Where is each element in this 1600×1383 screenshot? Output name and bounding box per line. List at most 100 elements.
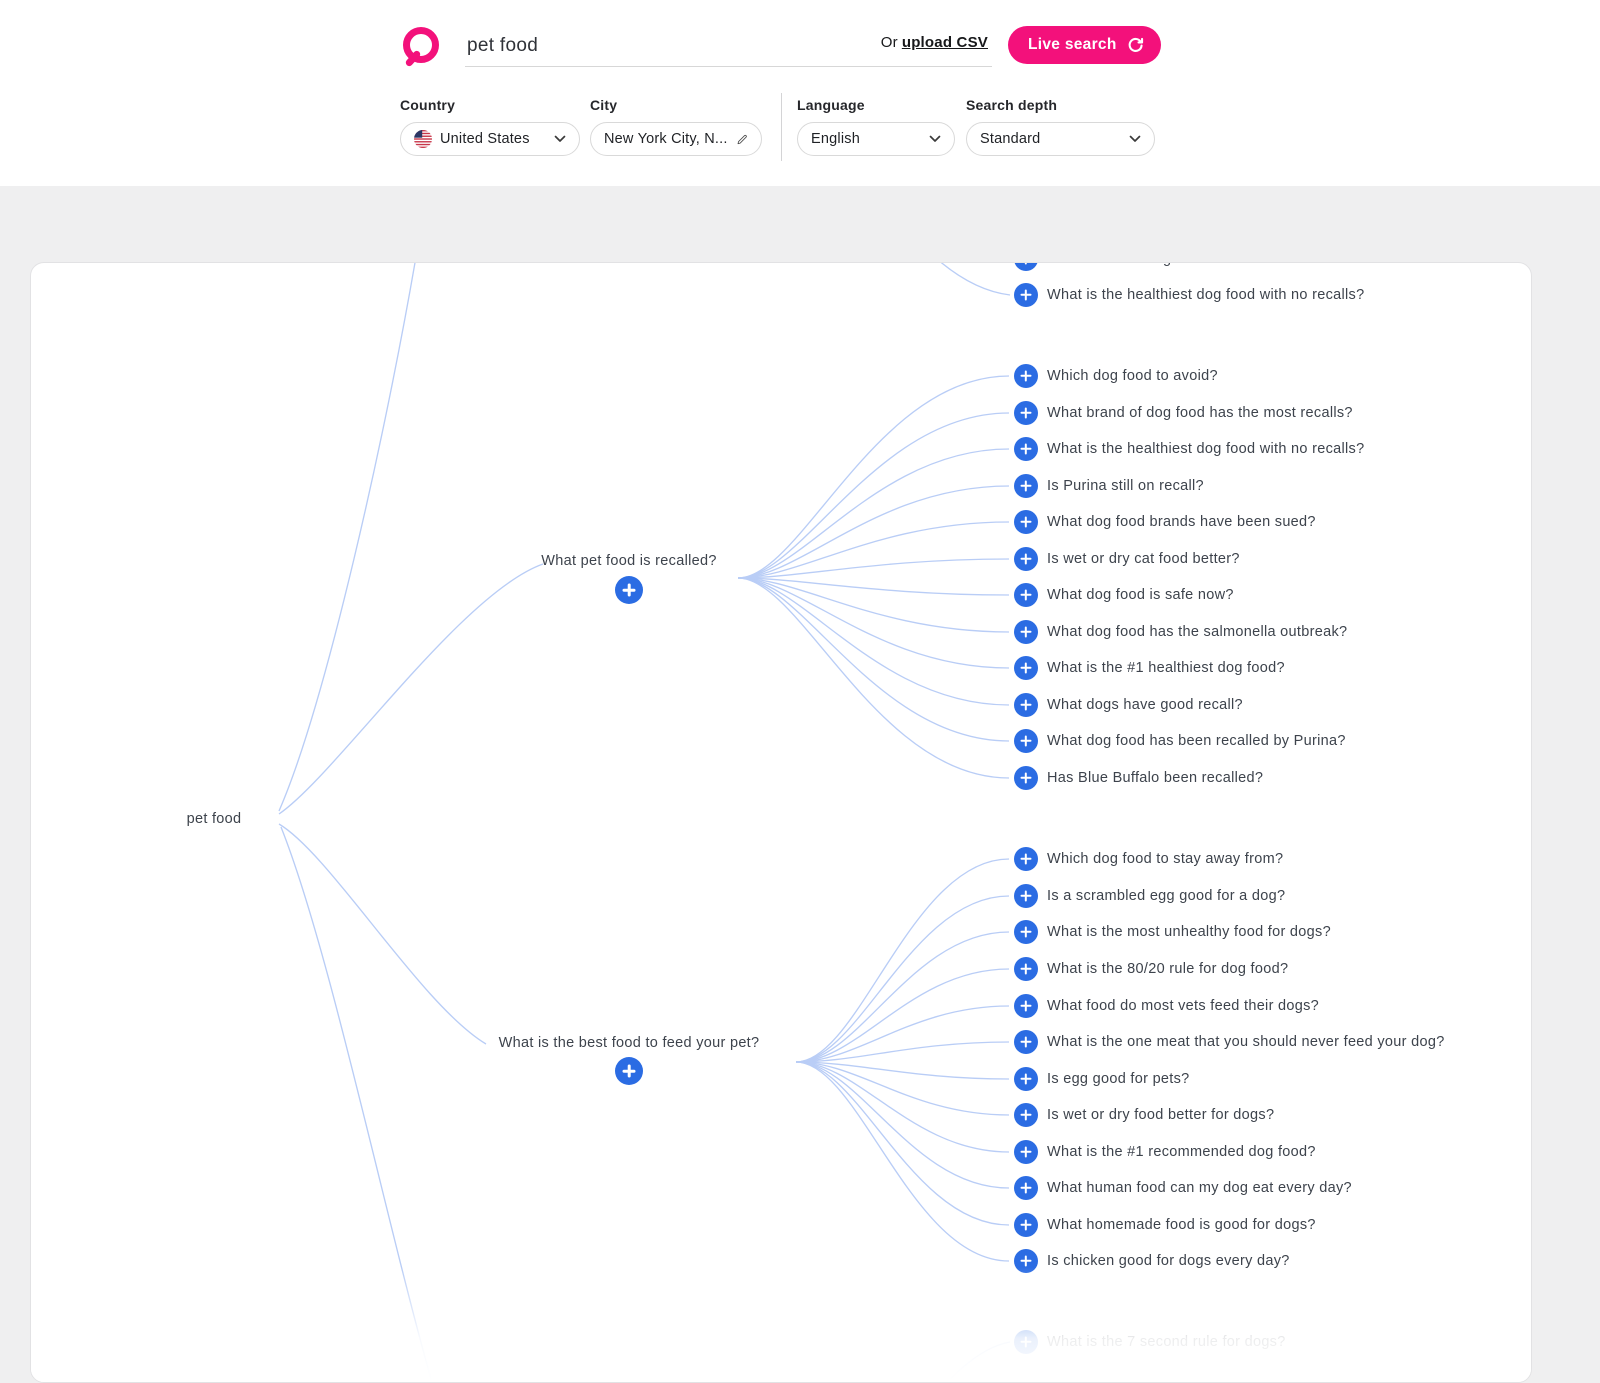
add-question-button[interactable] — [1014, 847, 1038, 871]
question-row: What is the healthiest dog food with no … — [1014, 437, 1364, 461]
question-label: What dog food has been recalled by Purin… — [1047, 733, 1346, 749]
question-row: What is the 80/20 rule for dog food? — [1014, 957, 1288, 981]
question-label: Is wet or dry food better for dogs? — [1047, 1107, 1274, 1123]
question-label: Is egg good for pets? — [1047, 1071, 1190, 1087]
filters-divider — [781, 93, 782, 161]
question-label: What is the healthiest dog food with no … — [1047, 287, 1364, 303]
add-question-button[interactable] — [1014, 262, 1038, 271]
add-question-button[interactable] — [1014, 401, 1038, 425]
refresh-icon — [1126, 36, 1145, 55]
add-question-button[interactable] — [1014, 957, 1038, 981]
add-question-button[interactable] — [1014, 510, 1038, 534]
add-question-button[interactable] — [1014, 437, 1038, 461]
question-label: What homemade food is good for dogs? — [1047, 1217, 1316, 1233]
question-row: What human food can my dog eat every day… — [1014, 1176, 1352, 1200]
add-question-button[interactable] — [1014, 656, 1038, 680]
search-depth-value: Standard — [980, 131, 1121, 147]
country-value: United States — [440, 131, 546, 147]
question-label: Has Blue Buffalo been recalled? — [1047, 770, 1263, 786]
question-row: What brand of dog food has the most reca… — [1014, 262, 1353, 271]
question-row: What is the 7 second rule for dogs? — [1014, 1330, 1286, 1354]
canvas-bottom-fade — [31, 1267, 1531, 1382]
chevron-down-icon — [1129, 135, 1141, 143]
search-depth-label: Search depth — [966, 97, 1057, 113]
country-label: Country — [400, 97, 455, 113]
question-row: Is chicken good for dogs every day? — [1014, 1249, 1290, 1273]
add-question-button[interactable] — [1014, 583, 1038, 607]
question-label: Is a scrambled egg good for a dog? — [1047, 888, 1285, 904]
magnifier-logo-icon — [403, 27, 443, 69]
question-row: What dog food brands have been sued? — [1014, 510, 1316, 534]
question-label: What is the #1 recommended dog food? — [1047, 1144, 1316, 1160]
city-value: New York City, N... — [604, 131, 728, 147]
question-label: What is the 7 second rule for dogs? — [1047, 1334, 1286, 1350]
add-question-button[interactable] — [1014, 620, 1038, 644]
upload-csv-link[interactable]: upload CSV — [902, 34, 988, 51]
question-label: What dogs have good recall? — [1047, 697, 1243, 713]
search-depth-select[interactable]: Standard — [966, 122, 1155, 156]
add-question-button[interactable] — [1014, 283, 1038, 307]
add-question-button[interactable] — [1014, 729, 1038, 753]
question-label: What dog food has the salmonella outbrea… — [1047, 624, 1347, 640]
add-question-button[interactable] — [1014, 364, 1038, 388]
add-question-button[interactable] — [1014, 1213, 1038, 1237]
branch-question-label: What is the best food to feed your pet? — [499, 1035, 760, 1051]
add-question-button[interactable] — [1014, 884, 1038, 908]
upload-csv-row: Orupload CSV — [881, 34, 988, 51]
language-label: Language — [797, 97, 865, 113]
add-question-button[interactable] — [1014, 1067, 1038, 1091]
live-search-label: Live search — [1028, 36, 1117, 54]
question-row: What is the most unhealthy food for dogs… — [1014, 920, 1331, 944]
question-row: Has Blue Buffalo been recalled? — [1014, 766, 1263, 790]
question-label: Is chicken good for dogs every day? — [1047, 1253, 1290, 1269]
question-label: Is Purina still on recall? — [1047, 478, 1204, 494]
city-label: City — [590, 97, 617, 113]
question-row: What brand of dog food has the most reca… — [1014, 401, 1353, 425]
mindmap-canvas[interactable]: pet food What pet food is recalled? What… — [30, 262, 1532, 1383]
question-label: What is the one meat that you should nev… — [1047, 1034, 1445, 1050]
chevron-down-icon — [554, 135, 566, 143]
add-question-button[interactable] — [1014, 1249, 1038, 1273]
expand-branch-button[interactable] — [615, 576, 643, 604]
add-question-button[interactable] — [1014, 1140, 1038, 1164]
question-label: What dog food is safe now? — [1047, 587, 1234, 603]
add-question-button[interactable] — [1014, 1030, 1038, 1054]
expand-branch-button[interactable] — [615, 1057, 643, 1085]
question-row: Which dog food to avoid? — [1014, 364, 1218, 388]
workspace: Zoom 75% Download — [0, 186, 1600, 1383]
question-label: What food do most vets feed their dogs? — [1047, 998, 1319, 1014]
add-question-button[interactable] — [1014, 474, 1038, 498]
question-label: Which dog food to stay away from? — [1047, 851, 1283, 867]
question-label: What is the healthiest dog food with no … — [1047, 441, 1364, 457]
question-label: What is the #1 healthiest dog food? — [1047, 660, 1285, 676]
add-question-button[interactable] — [1014, 920, 1038, 944]
question-label: Which dog food to avoid? — [1047, 368, 1218, 384]
question-row: What dog food has been recalled by Purin… — [1014, 729, 1346, 753]
add-question-button[interactable] — [1014, 1176, 1038, 1200]
live-search-button[interactable]: Live search — [1008, 26, 1161, 64]
question-row: What is the healthiest dog food with no … — [1014, 283, 1364, 307]
question-label: What is the most unhealthy food for dogs… — [1047, 924, 1331, 940]
add-question-button[interactable] — [1014, 1103, 1038, 1127]
language-select[interactable]: English — [797, 122, 955, 156]
question-row: Is wet or dry food better for dogs? — [1014, 1103, 1274, 1127]
question-label: Is wet or dry cat food better? — [1047, 551, 1240, 567]
city-select[interactable]: New York City, N... — [590, 122, 762, 156]
or-label: Or — [881, 34, 898, 51]
question-label: What brand of dog food has the most reca… — [1047, 405, 1353, 421]
question-row: What is the one meat that you should nev… — [1014, 1030, 1445, 1054]
country-select[interactable]: United States — [400, 122, 580, 156]
add-question-button[interactable] — [1014, 994, 1038, 1018]
add-question-button[interactable] — [1014, 693, 1038, 717]
pencil-icon — [736, 132, 748, 147]
question-row: Is a scrambled egg good for a dog? — [1014, 884, 1285, 908]
question-row: What homemade food is good for dogs? — [1014, 1213, 1316, 1237]
add-question-button[interactable] — [1014, 547, 1038, 571]
language-value: English — [811, 131, 921, 147]
question-row: Is egg good for pets? — [1014, 1067, 1190, 1091]
branch-question-label: What pet food is recalled? — [541, 553, 716, 569]
header: Orupload CSV Live search Country City La… — [0, 0, 1600, 186]
add-question-button[interactable] — [1014, 1330, 1038, 1354]
question-row: What dogs have good recall? — [1014, 693, 1243, 717]
add-question-button[interactable] — [1014, 766, 1038, 790]
